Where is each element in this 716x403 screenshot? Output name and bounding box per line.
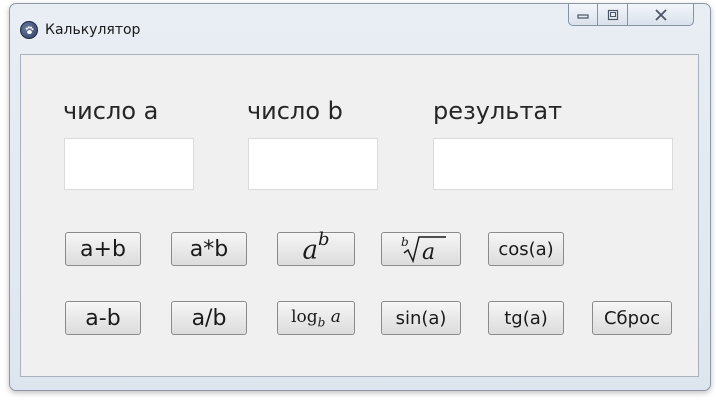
root-index: b [401,235,409,249]
root-button[interactable]: b a [381,232,461,266]
cos-button-label: cos(a) [498,238,554,260]
sin-button-label: sin(a) [395,307,447,329]
log-button[interactable]: logb a [277,301,355,335]
paw-icon [25,26,34,35]
window-controls [568,4,694,30]
client-area: число a число b результат a+b a*b ab b a [20,54,699,377]
multiply-button[interactable]: a*b [171,232,247,266]
root-radicand: a [422,240,435,264]
log-formula: logb a [291,307,341,329]
log-argument: a [330,306,341,327]
calculator-window: Калькулятор число a число b результат a+… [9,3,711,391]
log-base: b [317,315,326,330]
label-result: результат [433,97,563,125]
log-name: log [291,306,318,327]
subtract-button[interactable]: a-b [65,301,141,335]
number-a-input[interactable] [64,138,194,190]
add-button-label: a+b [80,236,126,262]
tg-button[interactable]: tg(a) [488,301,564,335]
reset-button[interactable]: Сброс [592,301,672,335]
tg-button-label: tg(a) [504,307,548,329]
cos-button[interactable]: cos(a) [488,232,564,266]
add-button[interactable]: a+b [65,232,141,266]
divide-button[interactable]: a/b [171,301,247,335]
app-icon [20,21,38,39]
window-title: Калькулятор [45,22,141,38]
label-number-a: число a [63,97,159,125]
close-icon [654,8,667,21]
power-formula: ab [302,229,329,266]
number-b-input[interactable] [248,138,378,190]
title-bar[interactable]: Калькулятор [10,4,710,54]
maximize-button[interactable] [598,4,628,26]
power-base: a [302,235,318,266]
subtract-button-label: a-b [85,305,121,331]
maximize-icon [607,9,618,20]
minimize-icon [577,13,589,19]
power-button[interactable]: ab [277,229,355,266]
power-exponent: b [317,228,330,250]
result-output[interactable] [433,138,673,190]
nth-root-icon: b a [401,235,446,264]
divide-button-label: a/b [191,305,227,331]
reset-button-label: Сброс [603,307,660,329]
minimize-button[interactable] [568,4,598,26]
label-number-b: число b [247,97,343,125]
multiply-button-label: a*b [189,236,229,262]
sin-button[interactable]: sin(a) [381,301,461,335]
close-button[interactable] [628,4,694,26]
